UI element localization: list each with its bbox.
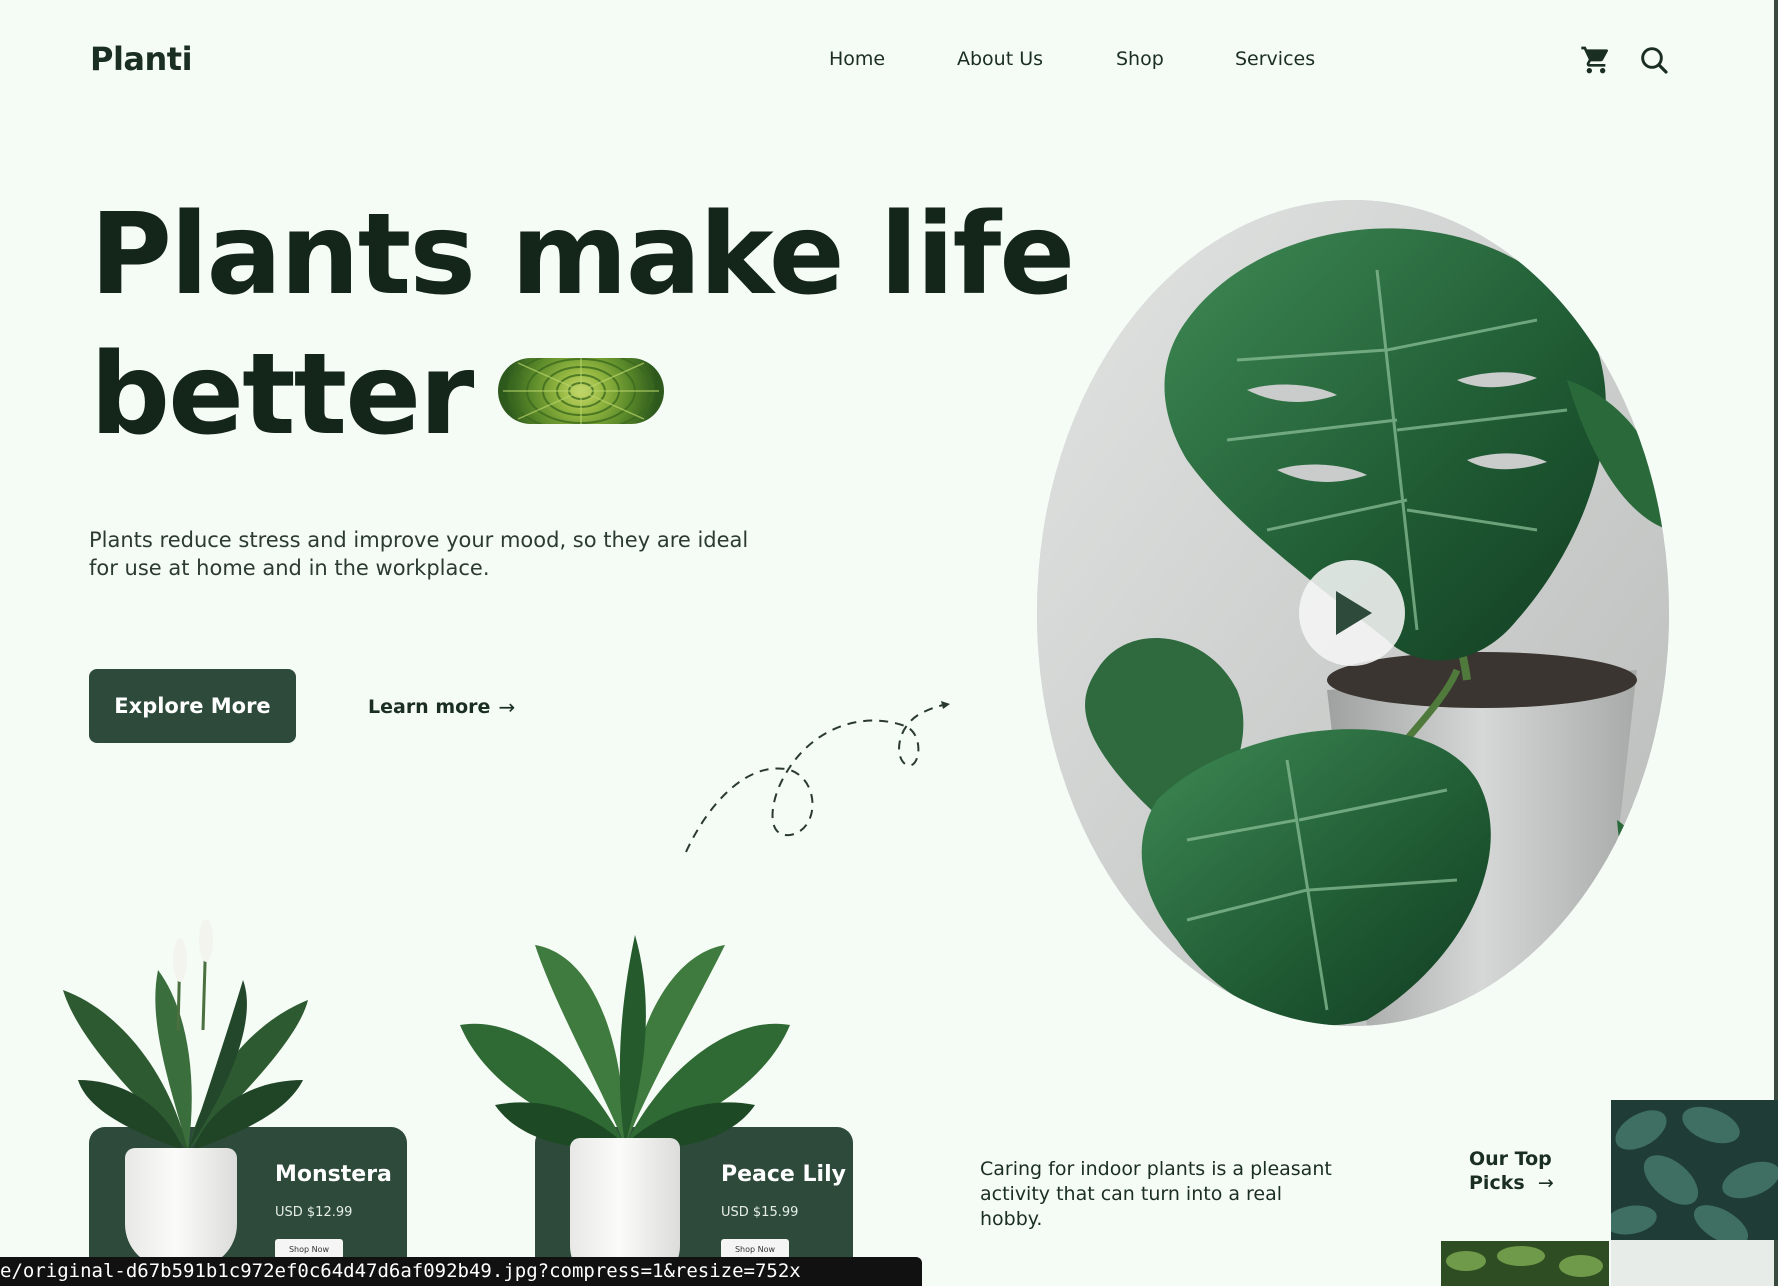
cart-icon[interactable] [1580, 44, 1612, 76]
headline-line-1: Plants make life [90, 190, 1075, 320]
nav-shop[interactable]: Shop [1116, 48, 1164, 70]
plant-pot [125, 1148, 237, 1268]
play-video-button[interactable] [1299, 560, 1405, 666]
arrow-right-icon: → [498, 695, 516, 719]
nav-about-us[interactable]: About Us [957, 48, 1043, 70]
learn-more-label: Learn more [368, 696, 491, 718]
nav-home[interactable]: Home [829, 48, 885, 70]
browser-status-url: e/original-d67b591b1c972ef0c64d47d6af092… [0, 1257, 922, 1286]
dashed-flight-path-decoration [685, 701, 951, 853]
top-picks-line-2: Picks [1469, 1172, 1525, 1194]
top-picks-line-1: Our Top [1469, 1148, 1552, 1170]
hero-subtitle: Plants reduce stress and improve your mo… [89, 528, 749, 580]
caring-text: Caring for indoor plants is a pleasant a… [980, 1158, 1332, 1230]
explore-more-button[interactable]: Explore More [89, 669, 296, 743]
shop-now-button[interactable]: Shop Now [275, 1239, 343, 1259]
play-icon [1336, 591, 1372, 635]
thumbnail-placeholder [1611, 1240, 1774, 1286]
learn-more-link[interactable]: Learn more → [368, 695, 515, 719]
search-icon[interactable] [1638, 44, 1670, 76]
shop-now-button[interactable]: Shop Now [721, 1239, 789, 1259]
leaves-thumbnail-2[interactable] [1441, 1241, 1609, 1286]
product-price: USD $12.99 [275, 1205, 353, 1220]
monstera-plant-image [460, 935, 790, 1148]
product-price: USD $15.99 [721, 1205, 799, 1220]
arrow-right-icon: → [1537, 1172, 1554, 1194]
logo[interactable]: Planti [90, 40, 193, 78]
nav-services[interactable]: Services [1235, 48, 1315, 70]
succulent-pill-image [498, 358, 664, 424]
peace-lily-plant-image [63, 920, 308, 1150]
leaves-thumbnail-1[interactable] [1611, 1100, 1778, 1240]
window-edge [1774, 0, 1778, 1286]
our-top-picks-link[interactable]: Our Top Picks → [1469, 1147, 1554, 1195]
product-name: Peace Lily [721, 1162, 846, 1187]
product-name: Monstera [275, 1162, 392, 1187]
